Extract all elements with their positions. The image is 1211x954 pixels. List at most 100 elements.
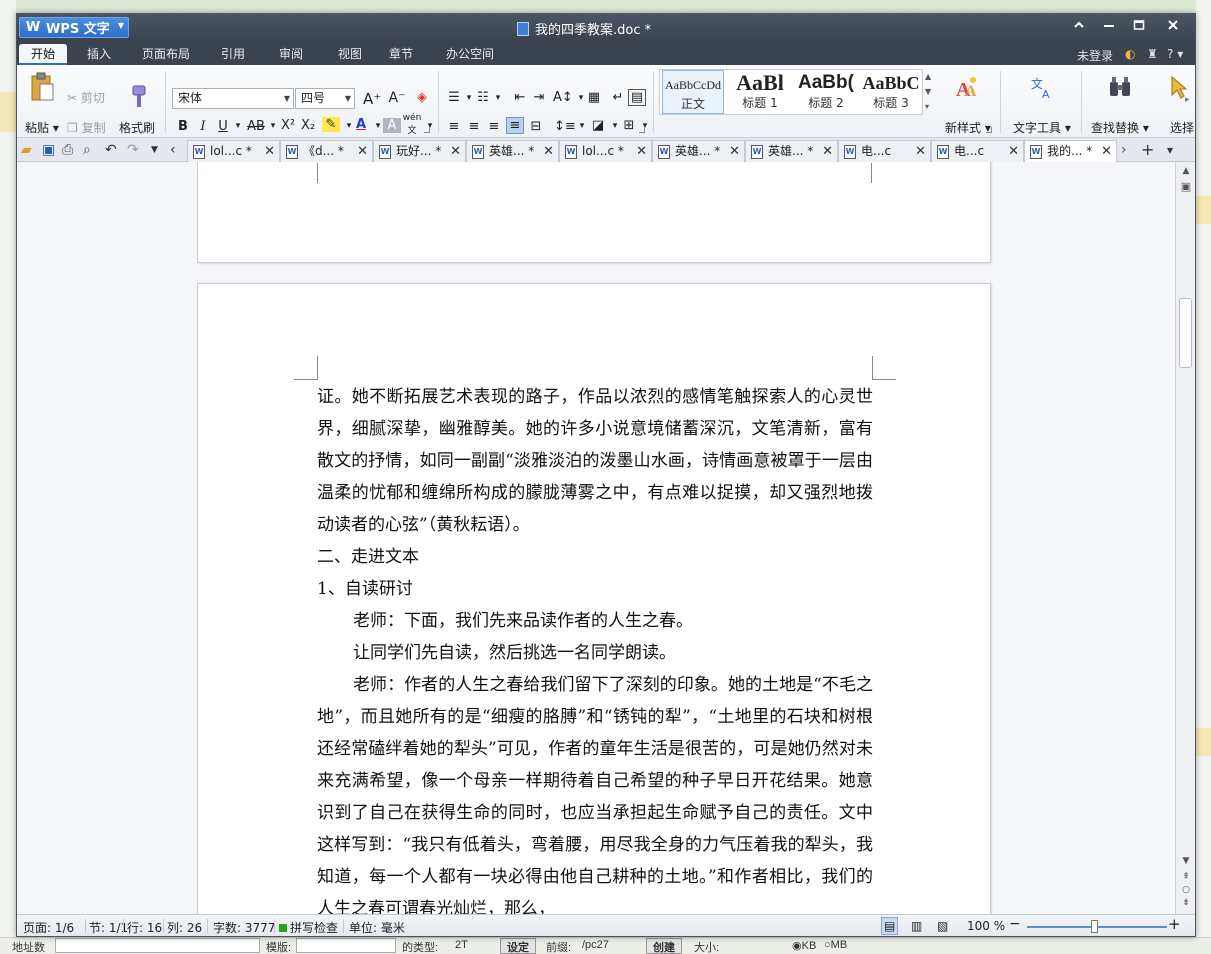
close-tab-icon[interactable]: ✕ (822, 141, 833, 162)
close-tab-icon[interactable]: ✕ (450, 141, 461, 162)
spell-check-toggle[interactable]: 拼写检查 (279, 919, 338, 936)
superscript-icon[interactable]: X² (279, 118, 297, 133)
maximize-button[interactable] (1127, 17, 1151, 37)
vertical-scrollbar[interactable]: ▲ ▣ ▼ ⇞ ○ ⇟ (1175, 162, 1195, 914)
cut-button[interactable]: ✂ 剪切 (67, 89, 105, 106)
text-tools-button[interactable]: 文 A (1027, 73, 1057, 101)
bg-field-value[interactable]: /pc27 (582, 939, 609, 951)
close-tab-icon[interactable]: ✕ (1101, 141, 1112, 162)
table-icon[interactable]: ▦ (585, 90, 603, 105)
help-button[interactable]: ? ▾ (1167, 47, 1183, 61)
tabs-scroll-right-icon[interactable]: › (1121, 142, 1137, 158)
tab-list-icon[interactable]: ▾ (1167, 142, 1183, 158)
style-normal[interactable]: AaBbCcDd 正文 (662, 70, 724, 114)
bold-icon[interactable]: B (174, 119, 192, 134)
tab-references[interactable]: 引用 (221, 44, 245, 65)
select-browse-object-icon[interactable]: ○ (1176, 885, 1195, 895)
pinyin-guide-button[interactable]: wén 文 (401, 113, 423, 136)
line-spacing-icon[interactable]: ↕≡ (554, 119, 576, 134)
document-body[interactable]: 证。她不断拓展艺术表现的路子，作品以浓烈的感情笔触探索人的心灵世界，细腻深挚，幽… (317, 381, 873, 914)
decrease-indent-icon[interactable]: ⇤ (511, 90, 529, 105)
font-name-select[interactable]: 宋体 ▼ (172, 88, 294, 109)
outline-view-icon[interactable]: ▥ (911, 919, 922, 933)
close-tab-icon[interactable]: ✕ (357, 141, 368, 162)
close-button[interactable] (1161, 17, 1185, 37)
font-color-icon[interactable]: A (352, 117, 370, 132)
scroll-up-icon[interactable]: ▲ (1176, 166, 1195, 176)
app-menu-button[interactable]: W WPS 文字 ▼ (19, 17, 129, 38)
show-marks-icon[interactable]: ↵ (609, 90, 627, 105)
bg-field-value[interactable]: 2T (455, 939, 468, 951)
tab-review[interactable]: 审阅 (279, 44, 303, 65)
styles-scroll-buttons[interactable]: ▲ ▼ ▾ (925, 69, 931, 114)
style-heading1[interactable]: AaBl 标题 1 (728, 70, 792, 114)
paste-label[interactable]: 粘贴 ▾ (25, 119, 59, 136)
new-style-button[interactable]: A A (951, 73, 981, 101)
page-view-icon[interactable]: ▤ (881, 917, 899, 935)
paragraph-border-icon[interactable]: ▤ (628, 89, 646, 106)
bg-create-button[interactable]: 创建 (646, 938, 682, 954)
close-tab-icon[interactable]: ✕ (543, 141, 554, 162)
tab-view[interactable]: 视图 (338, 44, 362, 65)
bg-field-input[interactable] (296, 938, 396, 953)
zoom-out-button[interactable]: − (1009, 916, 1021, 932)
shrink-font-icon[interactable]: A⁻ (388, 90, 406, 106)
font-size-select[interactable]: 四号 ▼ (295, 88, 355, 109)
new-tab-icon[interactable]: + (1141, 142, 1157, 158)
minimize-button[interactable] (1097, 17, 1121, 37)
next-page-icon[interactable]: ⇟ (1176, 898, 1195, 908)
zoom-slider-thumb[interactable] (1091, 920, 1098, 933)
web-view-icon[interactable]: ▧ (937, 919, 948, 933)
document-tab[interactable]: W lol...c * ✕ (559, 140, 652, 162)
status-page[interactable]: 页面: 1/6 (23, 919, 74, 936)
new-style-label[interactable]: 新样式 ▾ (945, 119, 991, 136)
bg-field-input[interactable] (55, 938, 260, 953)
print-icon[interactable]: ⎙ (62, 142, 78, 158)
paragraph-dialog-launcher[interactable] (639, 127, 645, 133)
tabs-scroll-left-icon[interactable]: ‹ (170, 142, 186, 158)
scroll-down-icon[interactable]: ▼ (1176, 856, 1195, 866)
copy-button[interactable]: ❐ 复制 (67, 119, 106, 136)
status-word-count[interactable]: 字数: 3777 (213, 919, 275, 936)
zoom-level[interactable]: 100 % (967, 919, 1005, 933)
select-label[interactable]: 选择 (1170, 119, 1194, 136)
close-tab-icon[interactable]: ✕ (1008, 141, 1019, 162)
tab-chapter[interactable]: 章节 (389, 44, 413, 65)
ribbon-collapse-button[interactable] (1067, 17, 1091, 37)
tab-insert[interactable]: 插入 (87, 44, 111, 65)
document-tab[interactable]: W 英雄... * ✕ (745, 140, 838, 162)
document-tab[interactable]: W 英雄... * ✕ (652, 140, 745, 162)
close-tab-icon[interactable]: ✕ (729, 141, 740, 162)
align-right-icon[interactable]: ≡ (485, 119, 503, 134)
document-tab[interactable]: W lol...c * ✕ (187, 140, 280, 162)
shirt-icon[interactable]: ♜ (1147, 47, 1158, 61)
close-tab-icon[interactable]: ✕ (264, 141, 275, 162)
document-tab[interactable]: W 电...c ✕ (838, 140, 931, 162)
quick-access-dropdown-icon[interactable]: ▼ (151, 142, 167, 158)
document-tab[interactable]: W 玩好... * ✕ (373, 140, 466, 162)
login-status[interactable]: 未登录 (1077, 47, 1113, 64)
text-direction-icon[interactable]: A↕ (553, 90, 573, 105)
redo-icon[interactable]: ↷ (127, 142, 143, 158)
justify-icon[interactable]: ≡ (506, 117, 524, 134)
close-tab-icon[interactable]: ✕ (636, 141, 647, 162)
align-left-icon[interactable]: ≡ (445, 119, 463, 134)
text-tools-label[interactable]: 文字工具 ▾ (1013, 119, 1071, 136)
align-center-icon[interactable]: ≡ (465, 119, 483, 134)
bg-set-button[interactable]: 设定 (500, 938, 536, 954)
format-painter-button[interactable] (125, 83, 151, 111)
char-shading-icon[interactable]: A (383, 118, 401, 133)
highlight-icon[interactable]: ✎ (322, 117, 340, 132)
find-replace-label[interactable]: 查找替换 ▾ (1091, 119, 1149, 136)
tab-home[interactable]: 开始 (19, 44, 67, 65)
undo-icon[interactable]: ↶ (105, 142, 121, 158)
open-folder-icon[interactable]: ▰ (21, 142, 37, 158)
prev-page-icon[interactable]: ⇞ (1176, 872, 1195, 882)
style-heading3[interactable]: AaBbC 标题 3 (860, 70, 922, 114)
paste-button[interactable] (27, 71, 57, 103)
bg-radio-kb[interactable]: ◉KB (792, 939, 816, 952)
distributed-icon[interactable]: ⊟ (527, 119, 545, 134)
skin-icon[interactable]: ◐ (1125, 47, 1135, 61)
document-tab[interactable]: W 电...c ✕ (931, 140, 1024, 162)
increase-indent-icon[interactable]: ⇥ (530, 90, 548, 105)
